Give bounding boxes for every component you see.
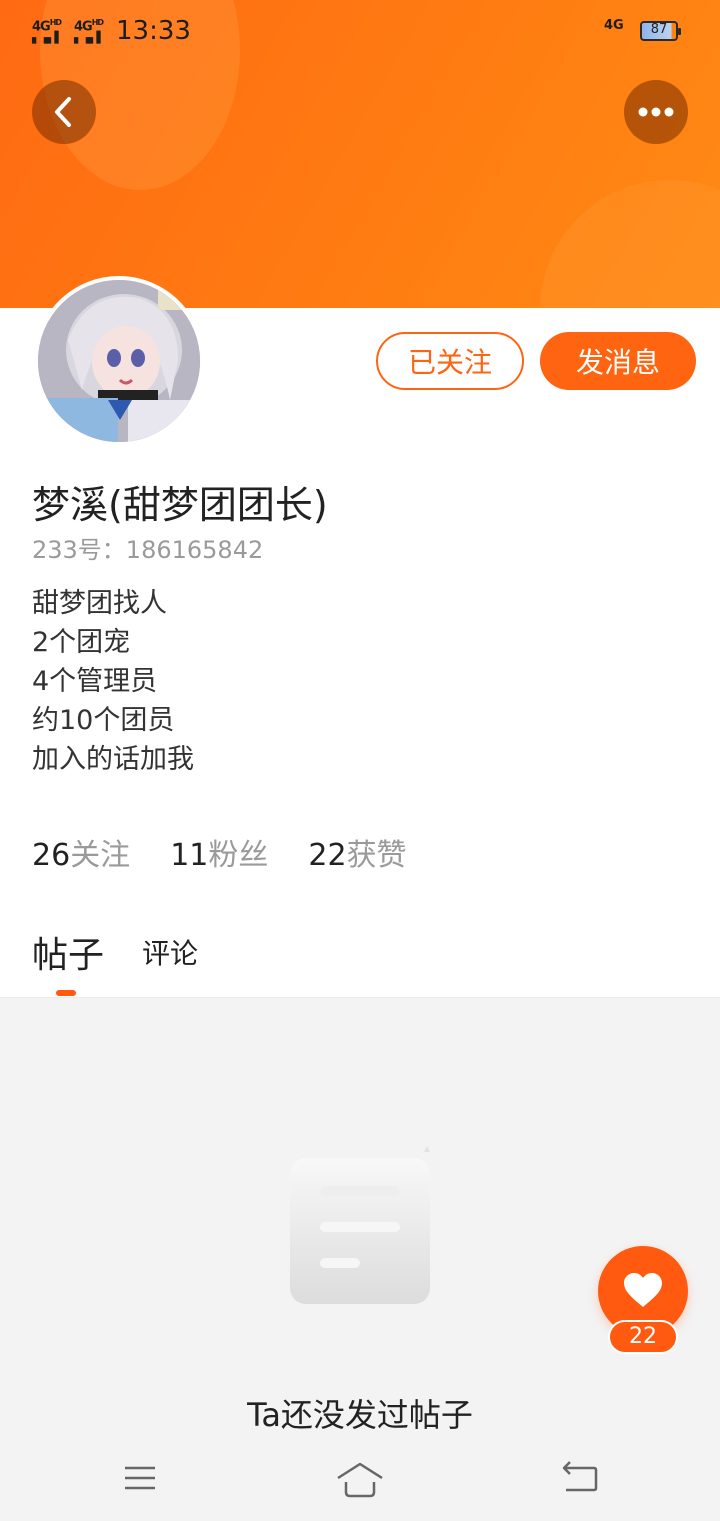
empty-state-text: Ta还没发过帖子 [247,1396,473,1434]
bio: 甜梦团找人 2个团宠 4个管理员 约10个团员 加入的话加我 [32,584,194,779]
signal-2: 4GHD ▖▗▖▌ [74,18,105,45]
bio-line: 约10个团员 [32,705,175,736]
signal-bars-icon: ▖▗▖▌ [32,31,63,45]
signal-1: 4GHD ▖▗▖▌ [32,18,63,45]
avatar[interactable] [34,276,204,446]
more-button[interactable] [624,80,688,144]
like-count-badge: 22 [608,1320,678,1354]
signal-1-sup: HD [49,18,62,27]
system-navigation-bar [0,1438,720,1520]
bio-line: 加入的话加我 [32,744,194,775]
document-icon [290,1146,430,1304]
bio-line: 2个团宠 [32,627,131,658]
menu-icon[interactable] [122,1460,158,1496]
stat-number: 11 [170,838,209,873]
bio-line: 4个管理员 [32,666,158,697]
more-horizontal-icon [638,107,674,117]
status-bar: 4GHD ▖▗▖▌ 4GHD ▖▗▖▌ 13:33 4G 87 [0,0,720,60]
stat-number: 26 [32,838,71,873]
stat-likes[interactable]: 22获赞 [308,830,406,874]
clock: 13:33 [116,16,191,46]
signal-bars-icon: ▖▗▖▌ [74,31,105,45]
tab-comments[interactable]: 评论 [142,932,198,972]
stat-label: 获赞 [346,838,407,873]
send-message-button[interactable]: 发消息 [540,332,696,390]
user-id: 233号：186165842 [32,536,264,564]
profile-header-banner: 4GHD ▖▗▖▌ 4GHD ▖▗▖▌ 13:33 4G 87 [0,0,720,308]
avatar-illustration [38,280,200,442]
profile-stats: 26关注 11粉丝 22获赞 [32,830,447,874]
stat-label: 关注 [70,838,131,873]
network-indicator: 4G [604,18,624,33]
signal-2-sup: HD [91,18,104,27]
username: 梦溪(甜梦团团长) [32,483,328,527]
banner-decoration [540,180,720,308]
chevron-left-icon [55,97,71,127]
battery-level: 87 [650,22,668,37]
bio-line: 甜梦团找人 [32,588,167,619]
stat-following[interactable]: 26关注 [32,830,130,874]
back-icon[interactable] [560,1460,600,1496]
stat-label: 粉丝 [208,838,269,873]
stat-number: 22 [308,838,347,873]
following-button[interactable]: 已关注 [376,332,524,390]
back-button[interactable] [32,80,96,144]
active-tab-indicator [56,990,76,996]
heart-icon [624,1273,662,1307]
battery-icon: 87 [640,21,681,41]
home-icon[interactable] [334,1460,386,1500]
stat-followers[interactable]: 11粉丝 [170,830,268,874]
tab-posts[interactable]: 帖子 [32,926,104,978]
